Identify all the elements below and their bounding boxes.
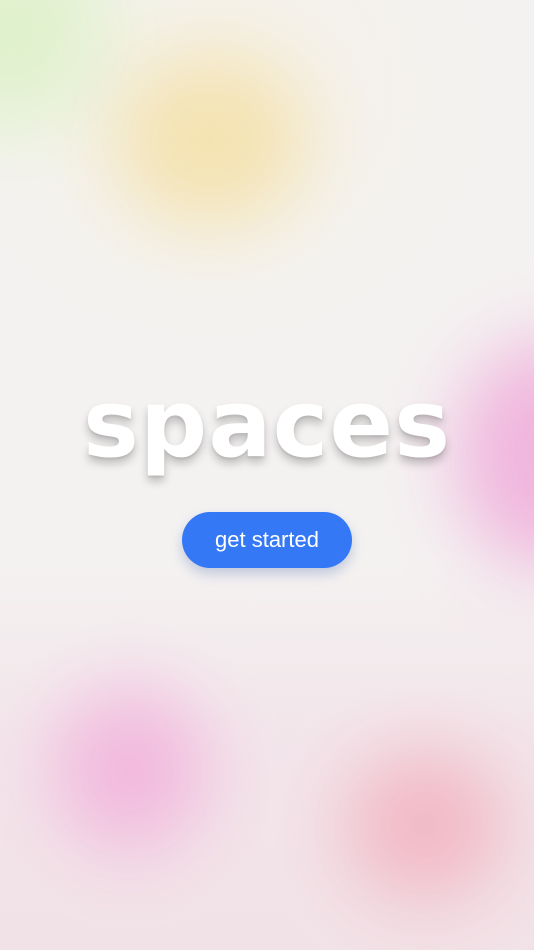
background-blob-yellow bbox=[115, 55, 305, 225]
get-started-button[interactable]: get started bbox=[182, 512, 352, 568]
get-started-label: get started bbox=[215, 527, 319, 552]
app-logo: spaces bbox=[82, 370, 452, 479]
welcome-screen: spaces get started bbox=[0, 0, 534, 950]
background-blob-rose bbox=[345, 750, 505, 900]
background-blob-pink-left bbox=[55, 690, 205, 850]
